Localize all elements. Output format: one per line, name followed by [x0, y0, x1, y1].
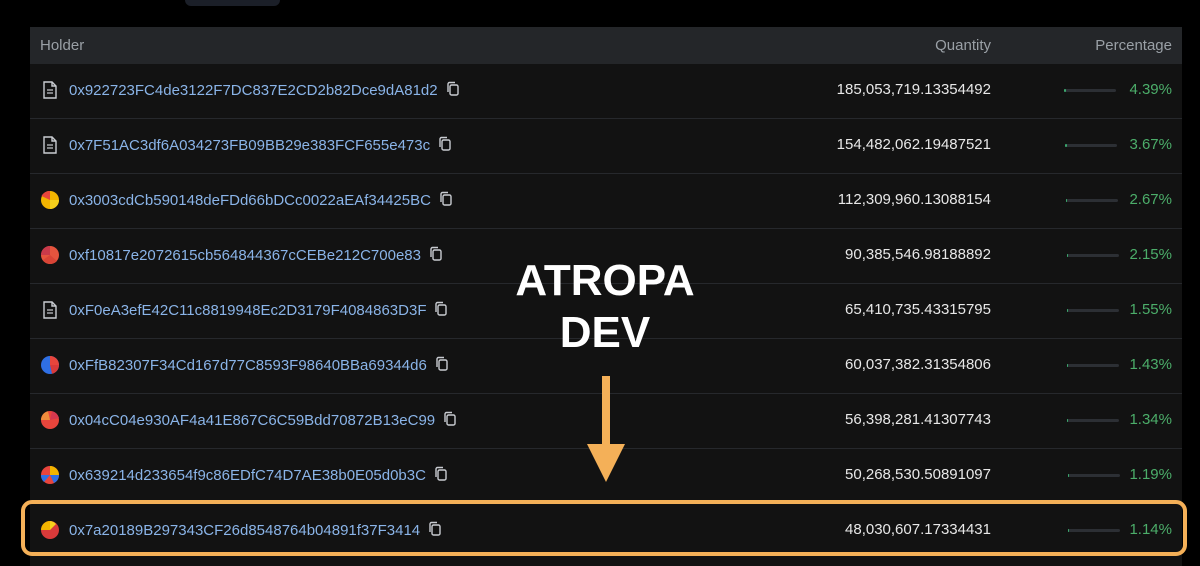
holder-address-link[interactable]: 0xFfB82307F34Cd167d77C8593F98640BBa69344… — [69, 356, 449, 375]
document-icon — [43, 301, 57, 319]
percentage-bar-fill — [1066, 199, 1068, 202]
tab-active[interactable] — [185, 0, 280, 6]
holder-address[interactable]: 0xf10817e2072615cb564844367cCEBe212C700e… — [69, 247, 421, 264]
holder-address-link[interactable]: 0x04cC04e930AF4a41E867C6C59Bdd70872B13eC… — [69, 411, 457, 430]
holder-address-link[interactable]: 0x7F51AC3df6A034273FB09BB29e383FCF655e47… — [69, 136, 452, 155]
holder-quantity: 65,410,735.43315795 — [845, 301, 991, 318]
table-header: Holder Quantity Percentage — [30, 27, 1182, 64]
holders-page: Holder Quantity Percentage 0x922723FC4de… — [0, 0, 1200, 566]
avatar-icon — [40, 466, 59, 484]
copy-icon[interactable] — [438, 136, 452, 152]
copy-icon[interactable] — [446, 81, 460, 97]
percentage-bar-fill — [1067, 309, 1068, 312]
avatar-icon — [40, 411, 59, 429]
percentage-bar-fill — [1067, 364, 1068, 367]
holder-address[interactable]: 0x3003cdCb590148deFDd66bDCc0022aEAf34425… — [69, 192, 431, 209]
holder-quantity: 112,309,960.13088154 — [837, 191, 991, 208]
document-icon — [43, 136, 57, 154]
copy-icon[interactable] — [443, 411, 457, 427]
avatar-icon — [41, 190, 59, 209]
holder-quantity: 154,482,062.19487521 — [836, 136, 991, 153]
holder-quantity: 185,053,719.13354492 — [836, 81, 991, 98]
holder-percentage: 1.19% — [1129, 466, 1172, 483]
holder-percentage: 2.15% — [1129, 246, 1172, 263]
copy-icon[interactable] — [439, 191, 453, 207]
percentage-bar — [1065, 144, 1117, 147]
percentage-bar — [1067, 254, 1119, 257]
column-header-quantity[interactable]: Quantity — [935, 37, 991, 55]
holder-address[interactable]: 0x7F51AC3df6A034273FB09BB29e383FCF655e47… — [69, 137, 430, 154]
percentage-bar-fill — [1065, 144, 1067, 147]
percentage-bar — [1067, 309, 1119, 312]
table-row: 0x3003cdCb590148deFDd66bDCc0022aEAf34425… — [30, 174, 1182, 229]
table-row: 0x922723FC4de3122F7DC837E2CD2b82Dce9dA81… — [30, 64, 1182, 119]
holder-address-link[interactable]: 0x922723FC4de3122F7DC837E2CD2b82Dce9dA81… — [69, 81, 460, 100]
holder-percentage: 3.67% — [1129, 136, 1172, 153]
percentage-bar-fill — [1064, 89, 1067, 92]
holder-address[interactable]: 0xFfB82307F34Cd167d77C8593F98640BBa69344… — [69, 357, 427, 374]
percentage-bar — [1067, 364, 1119, 367]
holder-percentage: 1.55% — [1129, 301, 1172, 318]
arrow-down-icon — [587, 376, 625, 482]
document-icon — [43, 81, 57, 99]
holder-address-link[interactable]: 0x3003cdCb590148deFDd66bDCc0022aEAf34425… — [69, 191, 453, 210]
holder-address-link[interactable]: 0x639214d233654f9c86EDfC74D7AE38b0E05d0b… — [69, 466, 448, 485]
holder-percentage: 1.34% — [1129, 411, 1172, 428]
percentage-bar — [1066, 199, 1118, 202]
holder-quantity: 50,268,530.50891097 — [845, 466, 991, 483]
highlight-box — [21, 500, 1187, 556]
holder-address-link[interactable]: 0xF0eA3efE42C11c8819948Ec2D3179F4084863D… — [69, 301, 448, 320]
holder-address[interactable]: 0xF0eA3efE42C11c8819948Ec2D3179F4084863D… — [69, 302, 426, 319]
annotation-line-2: DEV — [559, 308, 651, 357]
holder-address[interactable]: 0x04cC04e930AF4a41E867C6C59Bdd70872B13eC… — [69, 412, 435, 429]
holder-percentage: 1.43% — [1129, 356, 1172, 373]
avatar-icon — [41, 246, 59, 264]
percentage-bar-fill — [1067, 419, 1068, 422]
percentage-bar — [1068, 474, 1120, 477]
holder-percentage: 4.39% — [1129, 81, 1172, 98]
holder-quantity: 60,037,382.31354806 — [845, 356, 991, 373]
copy-icon[interactable] — [434, 466, 448, 482]
holder-percentage: 2.67% — [1129, 191, 1172, 208]
annotation-label: ATROPA DEV — [430, 255, 780, 359]
holder-address[interactable]: 0x639214d233654f9c86EDfC74D7AE38b0E05d0b… — [69, 467, 426, 484]
percentage-bar — [1064, 89, 1116, 92]
holder-quantity: 90,385,546.98188892 — [845, 246, 991, 263]
holder-quantity: 56,398,281.41307743 — [845, 411, 991, 428]
annotation-line-1: ATROPA — [515, 256, 695, 305]
table-row: 0x7F51AC3df6A034273FB09BB29e383FCF655e47… — [30, 119, 1182, 174]
holder-address[interactable]: 0x922723FC4de3122F7DC837E2CD2b82Dce9dA81… — [69, 82, 438, 99]
column-header-percentage[interactable]: Percentage — [1095, 37, 1172, 55]
percentage-bar-fill — [1068, 474, 1069, 477]
avatar-icon — [41, 356, 60, 374]
column-header-holder[interactable]: Holder — [40, 37, 84, 55]
percentage-bar-fill — [1067, 254, 1069, 257]
holder-address-link[interactable]: 0xf10817e2072615cb564844367cCEBe212C700e… — [69, 246, 443, 265]
percentage-bar — [1067, 419, 1119, 422]
